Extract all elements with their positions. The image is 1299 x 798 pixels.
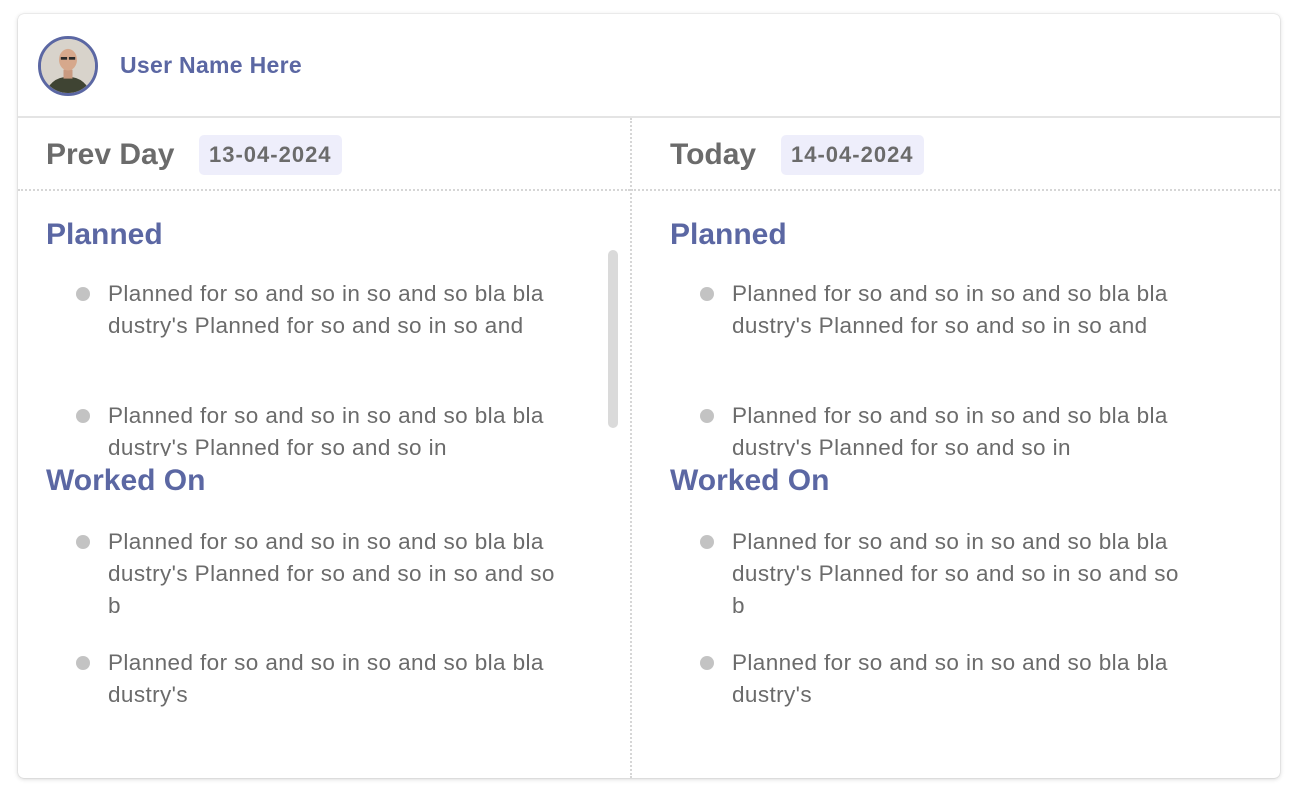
- prev-day-label: Prev Day: [46, 138, 175, 171]
- today-date-badge: 14-04-2024: [781, 135, 924, 175]
- card-header: User Name Here: [18, 14, 1280, 118]
- prev-worked-title: Worked On: [46, 464, 206, 497]
- today-header: Today 14-04-2024: [631, 118, 1280, 191]
- bullet-icon: [700, 287, 714, 301]
- standup-card: User Name Here Prev Day 13-04-2024 Plann…: [18, 14, 1280, 778]
- today-label: Today: [670, 138, 757, 171]
- prev-planned-list[interactable]: Planned for so and so in so and so bla b…: [18, 234, 630, 456]
- list-item: Planned for so and so in so and so bla b…: [700, 278, 1192, 342]
- today-planned-list[interactable]: Planned for so and so in so and so bla b…: [631, 234, 1280, 456]
- avatar[interactable]: [38, 36, 98, 96]
- prev-day-header: Prev Day 13-04-2024: [18, 118, 630, 191]
- list-item: Planned for so and so in so and so bla b…: [76, 278, 568, 342]
- bullet-icon: [700, 535, 714, 549]
- list-item: Planned for so and so in so and so bla b…: [700, 647, 1192, 711]
- prev-day-column: Prev Day 13-04-2024 Planned Planned for …: [18, 118, 630, 778]
- today-worked-title: Worked On: [670, 464, 830, 497]
- bullet-icon: [700, 409, 714, 423]
- prev-day-date-badge: 13-04-2024: [199, 135, 342, 175]
- bullet-icon: [76, 409, 90, 423]
- list-item: Planned for so and so in so and so bla b…: [76, 526, 568, 622]
- bullet-icon: [76, 656, 90, 670]
- scrollbar[interactable]: [608, 250, 618, 428]
- user-name[interactable]: User Name Here: [120, 52, 302, 79]
- bullet-icon: [700, 656, 714, 670]
- list-item: Planned for so and so in so and so bla b…: [76, 647, 568, 711]
- list-item: Planned for so and so in so and so bla b…: [76, 400, 568, 456]
- avatar-photo-icon: [41, 39, 95, 93]
- bullet-icon: [76, 287, 90, 301]
- list-item: Planned for so and so in so and so bla b…: [700, 526, 1192, 622]
- bullet-icon: [76, 535, 90, 549]
- today-column: Today 14-04-2024 Planned Planned for so …: [631, 118, 1280, 778]
- list-item: Planned for so and so in so and so bla b…: [700, 400, 1192, 456]
